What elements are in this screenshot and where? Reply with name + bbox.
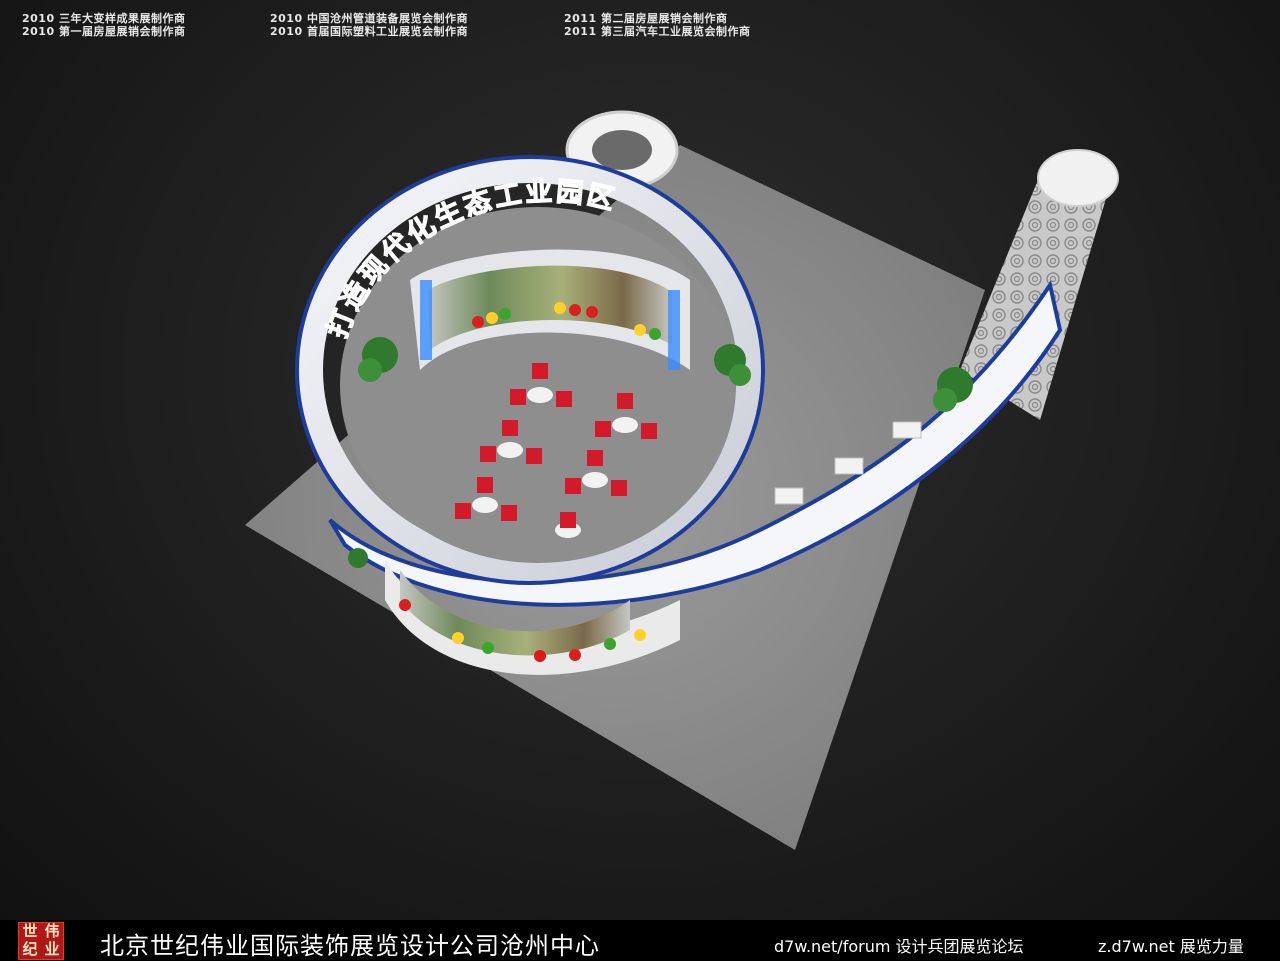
credit-line: 2011 第二届房屋展销会制作商 xyxy=(564,12,728,25)
credit-line: 2010 首届国际塑料工业展览会制作商 xyxy=(270,25,468,38)
company-name: 北京世纪伟业国际装饰展览设计公司沧州中心 xyxy=(100,932,600,960)
company-logo: 世 伟 纪 业 xyxy=(18,922,64,960)
logo-char: 世 xyxy=(22,922,38,940)
logo-char: 纪 xyxy=(22,940,38,958)
forum-link-2[interactable]: z.d7w.net 展览力量 xyxy=(1098,933,1244,957)
column-cap xyxy=(1037,149,1119,207)
credit-line: 2010 三年大变样成果展制作商 xyxy=(22,12,186,25)
logo-char: 业 xyxy=(44,940,60,958)
credit-line: 2010 中国沧州管道装备展览会制作商 xyxy=(270,12,468,25)
credits-header: 2010 三年大变样成果展制作商 2010 第一届房屋展销会制作商 2010 中… xyxy=(0,10,1280,42)
forum-link[interactable]: d7w.net/forum 设计兵团展览论坛 xyxy=(774,933,1024,957)
logo-char: 伟 xyxy=(44,922,60,940)
exhibition-booth-render: 打造现代化生态工业园区 xyxy=(245,110,1119,850)
credit-line: 2011 第三届汽车工业展览会制作商 xyxy=(564,25,751,38)
credit-line: 2010 第一届房屋展销会制作商 xyxy=(22,25,186,38)
